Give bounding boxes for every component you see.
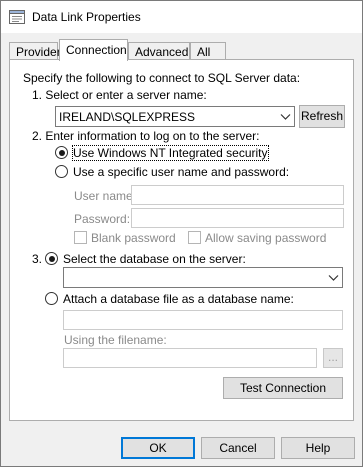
password-field[interactable] — [131, 208, 344, 228]
step3-label: 3. — [32, 252, 43, 266]
select-database-label[interactable]: Select the database on the server: — [63, 252, 246, 266]
select-database-radio[interactable] — [45, 252, 58, 265]
specific-auth-radio[interactable] — [55, 165, 68, 178]
tab-label: Connection — [66, 43, 127, 57]
password-label: Password: — [74, 212, 131, 226]
browse-button[interactable]: ... — [323, 348, 343, 368]
test-connection-button[interactable]: Test Connection — [223, 377, 343, 399]
server-name-value: IRELAND\SQLEXPRESS — [59, 110, 196, 124]
windows-auth-label[interactable]: Use Windows NT Integrated security — [72, 145, 269, 161]
tab-advanced[interactable]: Advanced — [128, 42, 190, 60]
window-title: Data Link Properties — [32, 10, 141, 24]
chevron-down-icon[interactable] — [280, 111, 291, 122]
tab-label: Provider — [16, 45, 61, 59]
intro-text: Specify the following to connect to SQL … — [23, 71, 301, 85]
tab-connection[interactable]: Connection — [59, 39, 128, 61]
ok-button[interactable]: OK — [121, 437, 195, 459]
data-link-icon — [9, 10, 25, 24]
blank-password-checkbox[interactable] — [74, 231, 87, 244]
filename-field[interactable] — [63, 348, 317, 368]
username-field[interactable] — [131, 185, 344, 205]
server-name-combobox[interactable]: IRELAND\SQLEXPRESS — [55, 106, 295, 127]
connection-panel: Specify the following to connect to SQL … — [9, 59, 354, 421]
tab-label: Advanced — [135, 45, 189, 59]
help-button[interactable]: Help — [281, 437, 355, 459]
specific-auth-label[interactable]: Use a specific user name and password: — [73, 165, 289, 179]
allow-saving-password-checkbox[interactable] — [188, 231, 201, 244]
blank-password-label[interactable]: Blank password — [91, 231, 176, 245]
tab-label: All — [197, 45, 211, 59]
windows-auth-radio[interactable] — [55, 146, 68, 159]
title-bar: Data Link Properties — [1, 1, 362, 33]
database-combobox[interactable] — [63, 267, 343, 288]
username-label: User name: — [74, 189, 137, 203]
step1-label: 1. Select or enter a server name: — [32, 88, 207, 102]
refresh-button[interactable]: Refresh — [299, 105, 345, 128]
allow-saving-password-label[interactable]: Allow saving password — [205, 231, 326, 245]
tab-all[interactable]: All — [190, 42, 226, 60]
chevron-down-icon[interactable] — [328, 272, 339, 283]
attach-database-radio[interactable] — [45, 292, 58, 305]
data-link-properties-dialog: Data Link Properties Provider Connection… — [0, 0, 363, 467]
tab-provider[interactable]: Provider — [9, 42, 61, 60]
using-filename-label: Using the filename: — [64, 333, 167, 347]
cancel-button[interactable]: Cancel — [201, 437, 275, 459]
step2-label: 2. Enter information to log on to the se… — [32, 129, 260, 143]
attach-database-name-field[interactable] — [63, 310, 343, 330]
attach-database-label[interactable]: Attach a database file as a database nam… — [63, 292, 294, 306]
